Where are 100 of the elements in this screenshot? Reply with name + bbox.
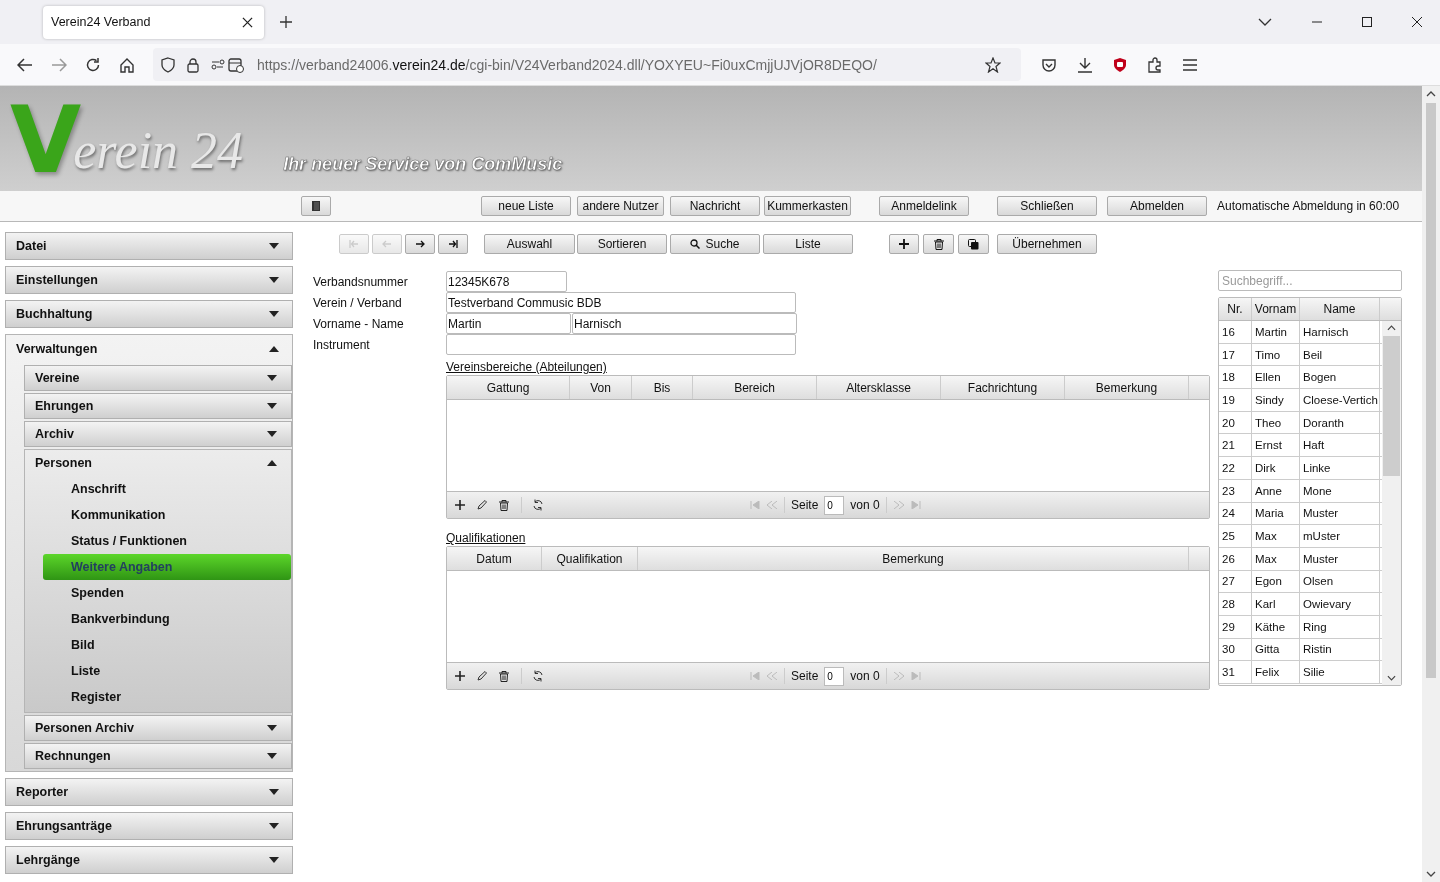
input-field[interactable]: Harnisch (572, 313, 797, 334)
close-icon[interactable] (242, 16, 253, 28)
column-header[interactable]: Qualifikation (542, 547, 638, 570)
menu-item[interactable]: Weitere Angaben (43, 554, 291, 580)
accordion-header[interactable]: Datei (5, 232, 293, 260)
accordion-header[interactable]: Buchhaltung (5, 300, 293, 328)
chevron-up-icon[interactable] (1387, 325, 1396, 331)
maximize-icon[interactable] (1362, 17, 1372, 27)
input-field[interactable]: Testverband Commusic BDB (446, 292, 796, 313)
input-field[interactable] (446, 334, 796, 355)
column-header[interactable]: Von (570, 376, 632, 399)
pocket-icon[interactable] (1041, 56, 1057, 73)
accordion-header[interactable]: Einstellungen (5, 266, 293, 294)
input-field[interactable]: Martin (446, 313, 571, 334)
page-field[interactable]: 0 (824, 666, 845, 686)
browser-tab[interactable]: Verein24 Verband (43, 5, 264, 39)
menu-item[interactable]: Kommunikation (43, 502, 291, 528)
column-header[interactable]: Fachrichtung (941, 376, 1065, 399)
menu-item[interactable]: Spenden (43, 580, 291, 606)
page-count: von 0 (850, 669, 880, 683)
column-header[interactable]: Datum (447, 547, 542, 570)
accordion-header[interactable]: Lehrgänge (5, 846, 293, 874)
chevron-up-icon[interactable] (1426, 91, 1436, 97)
menu-icon[interactable] (1183, 58, 1197, 71)
accordion-header[interactable]: Archiv (24, 421, 292, 447)
menu-item[interactable]: Bild (43, 632, 291, 658)
menu-item[interactable]: Status / Funktionen (43, 528, 291, 554)
toolbar-button[interactable]: Auswahl (484, 234, 575, 254)
menu-item[interactable]: Anschrift (43, 476, 291, 502)
toolbar-button[interactable]: Liste (763, 234, 853, 254)
accordion-header[interactable]: Ehrungen (24, 393, 292, 419)
page-scrollbar[interactable] (1422, 86, 1440, 882)
back-icon[interactable] (17, 57, 33, 72)
toolbar-button[interactable]: Sortieren (577, 234, 667, 254)
slogan: Ihr neuer Service von ComMusic (283, 154, 563, 175)
delete-button[interactable] (923, 234, 954, 254)
add-button[interactable] (889, 234, 919, 254)
reload-icon[interactable] (85, 56, 101, 73)
search-field[interactable]: Suchbegriff... (1218, 270, 1402, 291)
column-header[interactable]: Altersklasse (817, 376, 941, 399)
toolbar-button[interactable]: Nachricht (670, 196, 760, 216)
menu-toggle-button[interactable] (301, 196, 331, 216)
last-record-button[interactable] (438, 234, 468, 254)
toolbar-button[interactable]: Schließen (997, 196, 1097, 216)
scrollbar[interactable] (1382, 321, 1401, 685)
input-field[interactable]: 12345K678 (446, 271, 567, 292)
forward-icon[interactable] (51, 57, 67, 72)
plus-icon[interactable] (279, 15, 293, 29)
toolbar-button[interactable]: Abmelden (1107, 196, 1207, 216)
copy-button[interactable] (958, 234, 989, 254)
column-header[interactable]: Bemerkung (638, 547, 1189, 570)
column-header[interactable]: Bis (632, 376, 693, 399)
menu-item[interactable]: Register (43, 684, 291, 710)
accordion-header[interactable]: Ehrungsanträge (5, 812, 293, 840)
column-header[interactable]: Vornam (1252, 298, 1300, 320)
add-icon[interactable] (455, 671, 465, 681)
section-link[interactable]: Qualifikationen (446, 531, 526, 546)
pencil-icon[interactable] (477, 671, 487, 681)
toolbar-button[interactable]: Suche (670, 234, 760, 254)
toolbar-button[interactable]: Kummerkasten (764, 196, 851, 216)
column-header[interactable]: Name (1300, 298, 1380, 320)
column-header[interactable]: Bemerkung (1065, 376, 1189, 399)
column-header[interactable]: Nr. (1219, 298, 1252, 320)
next-record-button[interactable] (405, 234, 435, 254)
accordion-header[interactable]: Rechnungen (24, 743, 292, 769)
refresh-icon[interactable] (532, 670, 544, 682)
trash-icon[interactable] (499, 670, 509, 682)
trash-icon[interactable] (499, 499, 509, 511)
section-link[interactable]: Vereinsbereiche (Abteilungen) (446, 360, 607, 375)
shield-icon[interactable] (1113, 56, 1127, 73)
toolbar-button[interactable]: neue Liste (481, 196, 571, 216)
add-icon[interactable] (455, 500, 465, 510)
chevron-down-icon[interactable] (1387, 675, 1396, 681)
accordion-header[interactable]: Vereine (24, 365, 292, 391)
puzzle-icon[interactable] (1147, 56, 1163, 73)
close-icon[interactable] (1412, 17, 1422, 27)
pencil-icon[interactable] (477, 500, 487, 510)
chevron-down-icon[interactable] (1258, 18, 1272, 26)
address-bar[interactable]: https://verband24006.verein24.de/cgi-bin/V24Verband2024.dll/YOXYEU~Fi0uxCmjjUJVjOR8DEQO/ (153, 48, 1021, 81)
section-header[interactable]: Personen (25, 450, 291, 476)
toolbar-button[interactable]: Übernehmen (997, 234, 1097, 254)
accordion-header[interactable]: Personen Archiv (24, 715, 292, 741)
permissions-icon[interactable] (211, 56, 245, 73)
lock-icon[interactable] (187, 56, 199, 73)
table-cell: Ristin (1300, 638, 1380, 661)
accordion-header[interactable]: Reporter (5, 778, 293, 806)
column-header[interactable]: Gattung (447, 376, 570, 399)
menu-item[interactable]: Liste (43, 658, 291, 684)
refresh-icon[interactable] (532, 499, 544, 511)
download-icon[interactable] (1077, 56, 1093, 73)
toolbar-button[interactable]: Anmeldelink (879, 196, 969, 216)
column-header[interactable]: Bereich (693, 376, 817, 399)
page-field[interactable]: 0 (824, 495, 845, 515)
chevron-down-icon[interactable] (1426, 871, 1436, 877)
home-icon[interactable] (119, 56, 135, 73)
menu-item[interactable]: Bankverbindung (43, 606, 291, 632)
toolbar-button[interactable]: andere Nutzer (577, 196, 664, 216)
star-icon[interactable] (985, 56, 1001, 73)
shield-icon[interactable] (161, 56, 175, 73)
section-header[interactable]: Verwaltungen (6, 335, 292, 363)
